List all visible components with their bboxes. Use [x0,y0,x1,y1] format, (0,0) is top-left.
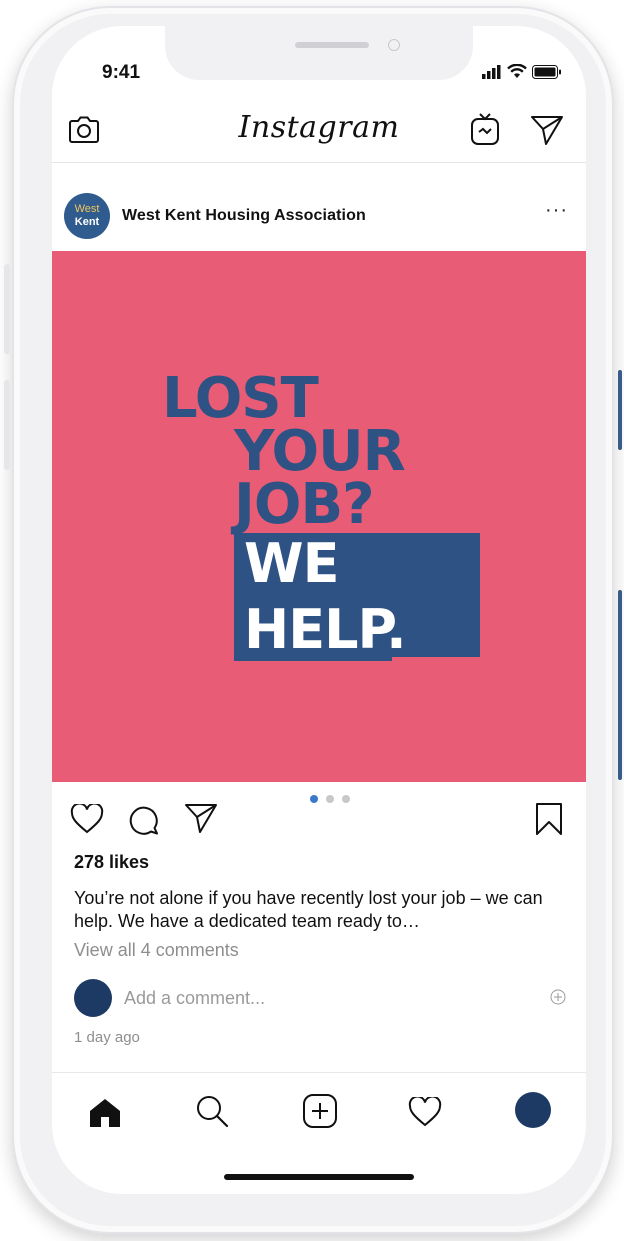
status-time: 9:41 [102,62,141,83]
activity-heart-icon[interactable] [408,1095,442,1132]
bottom-tab-bar [52,1072,586,1153]
bookmark-icon[interactable] [534,802,564,841]
view-comments-link[interactable]: View all 4 comments [74,940,239,961]
phone-side-button [4,264,10,354]
search-icon[interactable] [194,1093,230,1134]
post-image[interactable]: LOST YOUR JOB? WE CAN HELP. [52,251,586,782]
more-options-button[interactable]: ··· [545,199,568,222]
post-caption: You’re not alone if you have recently lo… [74,888,543,931]
carousel-dot [310,795,318,803]
notch [165,26,473,80]
account-avatar[interactable]: West Kent [64,193,110,239]
igtv-icon[interactable] [470,112,500,151]
profile-avatar[interactable] [515,1092,551,1128]
phone-side-button [618,590,622,780]
phone-side-button [4,380,10,470]
direct-message-icon[interactable] [530,114,564,151]
likes-count[interactable]: 278 likes [74,852,149,873]
phone-screen: 9:41 Instagram West Kent West Kent Housi… [52,26,586,1194]
instagram-logo: Instagram [238,110,400,145]
carousel-dot [342,795,350,803]
app-header: Instagram [52,96,586,163]
signal-icon [482,64,501,79]
comment-bubble-icon[interactable] [128,804,160,841]
avatar-text-top: West [74,203,100,215]
speaker-grille [295,42,369,48]
home-icon[interactable] [88,1097,122,1134]
wifi-icon [507,64,527,78]
share-send-icon[interactable] [184,802,218,839]
home-indicator [224,1174,414,1180]
carousel-dot [326,795,334,803]
post-header: West Kent West Kent Housing Association … [52,163,586,252]
image-band-help: HELP. [234,599,407,661]
carousel-indicator [310,795,350,803]
image-headline-line2: YOUR [234,419,406,484]
like-heart-icon[interactable] [70,802,104,839]
image-headline-line3: JOB? [234,472,375,537]
add-emoji-plus-icon[interactable] [550,989,566,1010]
avatar-text-bottom: Kent [74,216,100,228]
status-icons [482,64,562,79]
user-avatar [74,979,112,1017]
phone-side-button [618,370,622,450]
post-action-bar [52,798,586,848]
post-timestamp: 1 day ago [74,1029,140,1046]
comment-input[interactable]: Add a comment... [124,988,265,1009]
add-comment-row: Add a comment... [74,979,574,1019]
new-post-icon[interactable] [302,1093,338,1134]
battery-icon [532,64,561,79]
front-camera [388,39,400,51]
account-username[interactable]: West Kent Housing Association [122,207,366,225]
